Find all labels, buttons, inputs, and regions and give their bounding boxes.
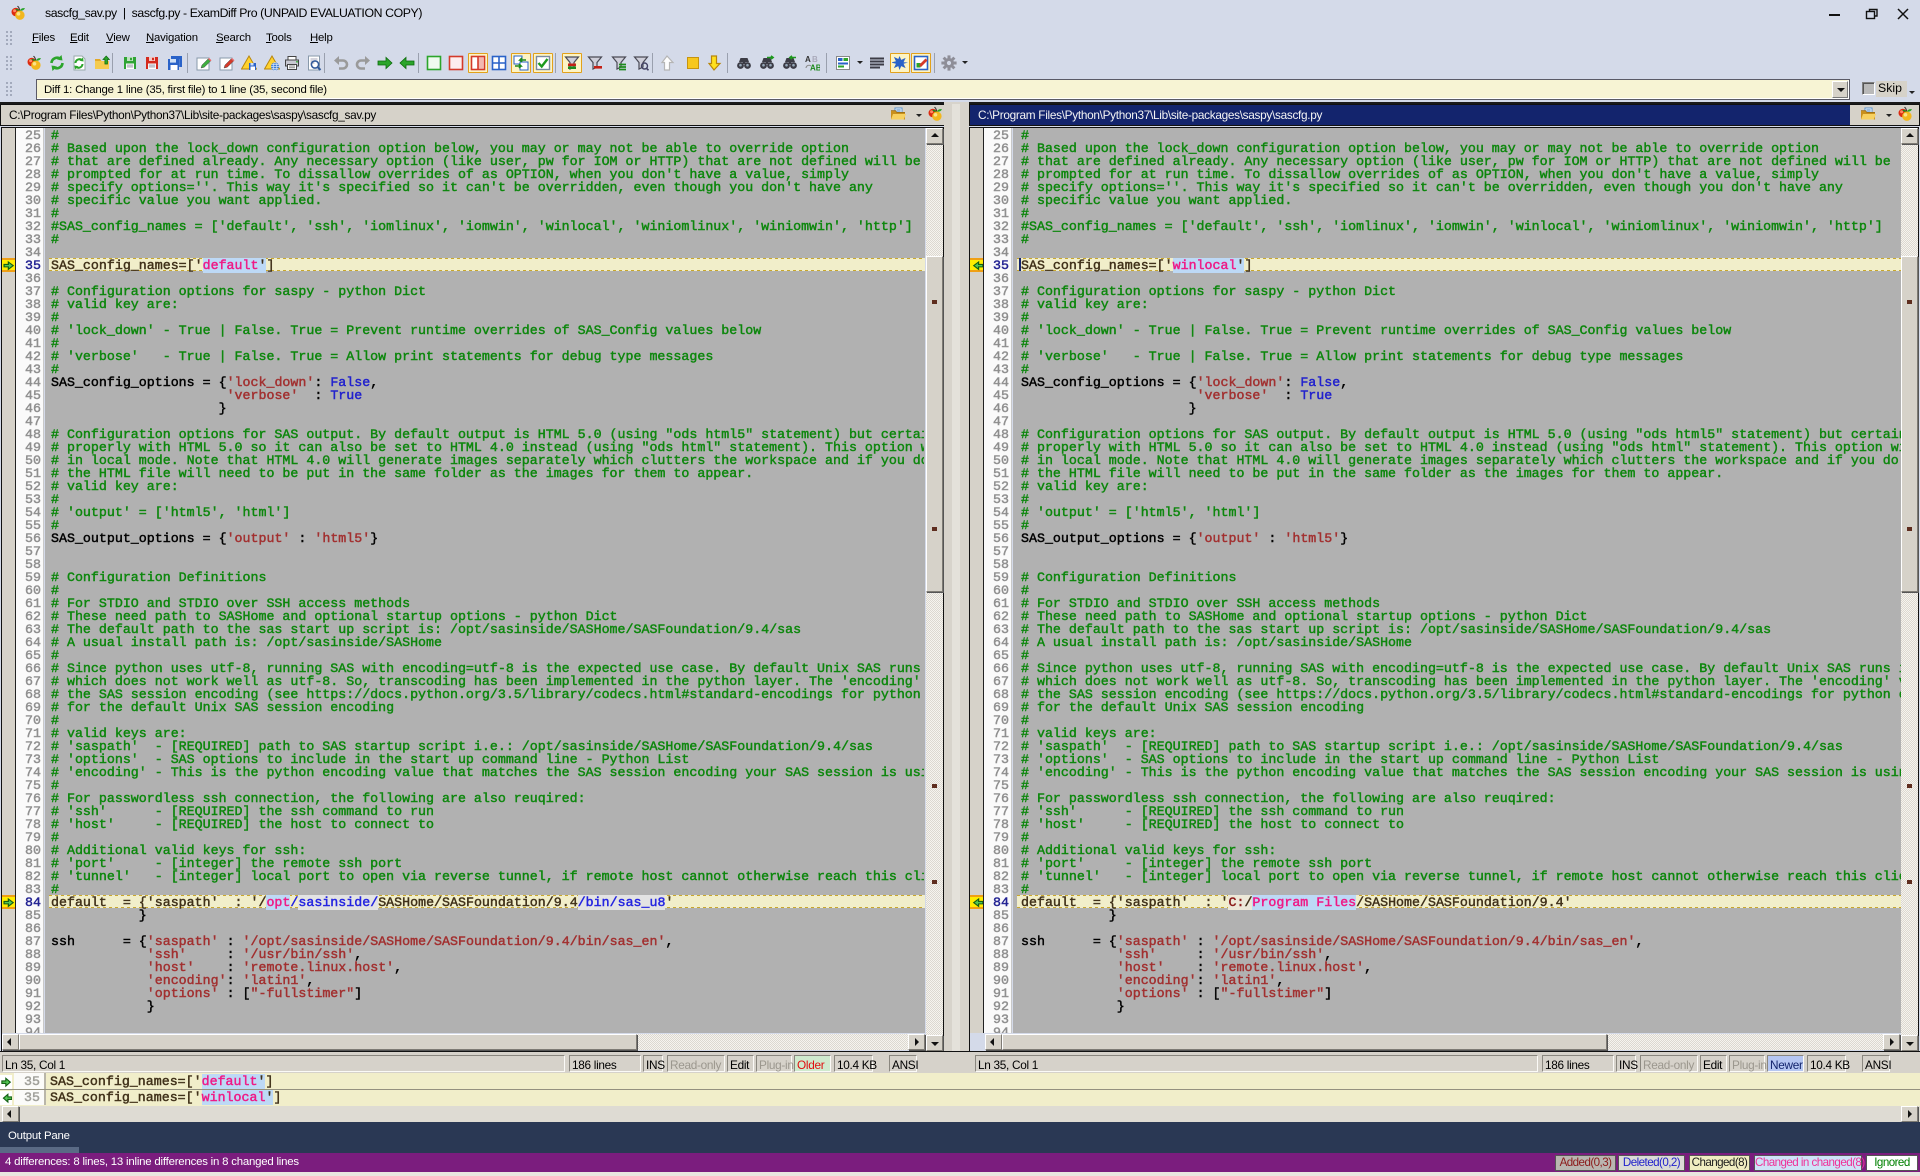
svg-text:AB: AB <box>810 64 820 72</box>
